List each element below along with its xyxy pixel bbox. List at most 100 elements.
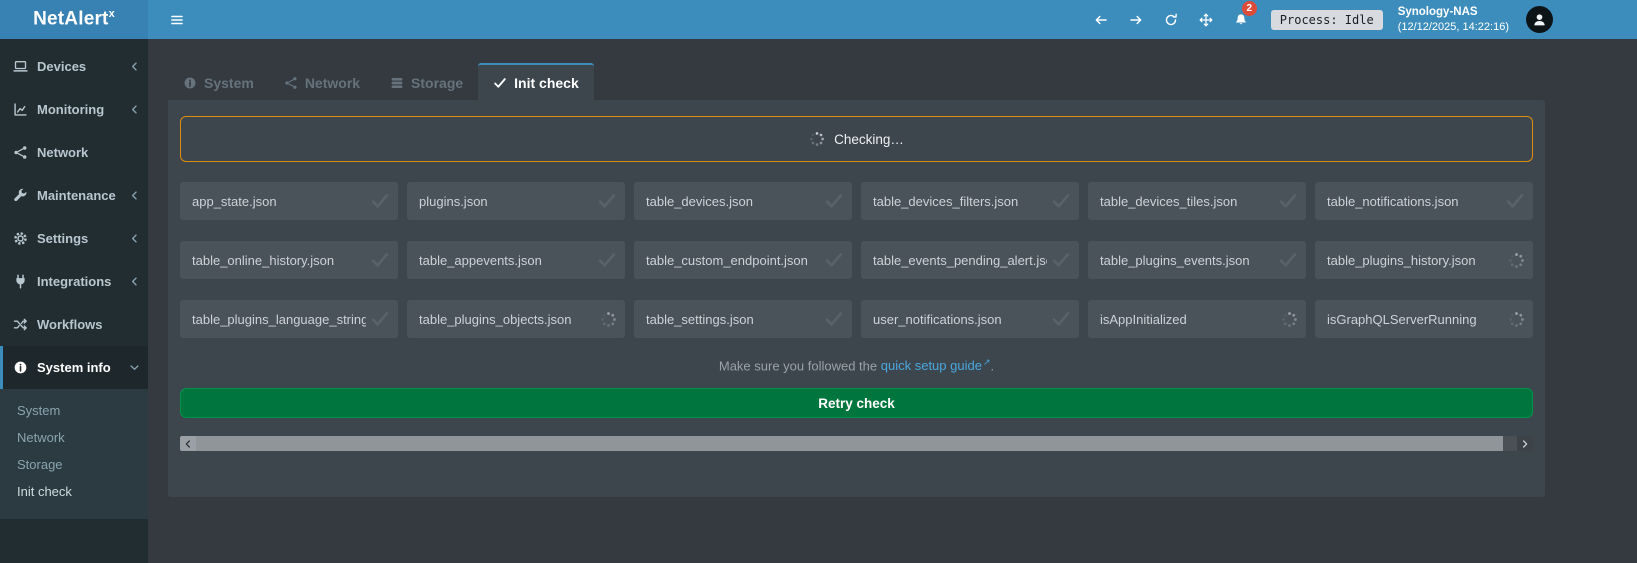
sidebar-item-maintenance[interactable]: Maintenance <box>0 174 148 217</box>
check-icon <box>597 250 617 270</box>
check-card-label: table_custom_endpoint.json <box>646 253 808 268</box>
horizontal-scrollbar[interactable] <box>180 436 1533 451</box>
check-card: table_notifications.json <box>1315 182 1533 220</box>
notifications-button[interactable]: 2 <box>1226 0 1256 39</box>
chevron-down-icon <box>129 362 140 373</box>
chevron-left-icon <box>129 104 140 115</box>
check-card: table_plugins_language_strings.json <box>180 300 398 338</box>
sidebar: DevicesMonitoringNetworkMaintenanceSetti… <box>0 39 148 563</box>
check-card-label: table_online_history.json <box>192 253 334 268</box>
chevron-left-icon <box>129 190 140 201</box>
check-card: user_notifications.json <box>861 300 1079 338</box>
tab-network[interactable]: Network <box>269 63 375 100</box>
scroll-left-button[interactable] <box>180 436 196 451</box>
sidebar-item-settings[interactable]: Settings <box>0 217 148 260</box>
tab-label: Storage <box>411 75 463 91</box>
sidebar-item-devices[interactable]: Devices <box>0 45 148 88</box>
chevron-left-icon <box>129 233 140 244</box>
check-card: isAppInitialized <box>1088 300 1306 338</box>
tab-system[interactable]: System <box>168 63 269 100</box>
app-logo[interactable]: NetAlertx <box>0 0 148 39</box>
sidebar-item-network[interactable]: Network <box>0 131 148 174</box>
notification-badge: 2 <box>1242 1 1257 16</box>
sidebar-item-label: Workflows <box>37 317 140 332</box>
navbar: 2 Process: Idle Synology-NAS (12/12/2025… <box>148 0 1637 39</box>
spinner-icon <box>1281 311 1298 328</box>
arrow-left-icon <box>1094 13 1108 27</box>
sidebar-subitem-storage[interactable]: Storage <box>0 451 148 478</box>
sidebar-subitem-init-check[interactable]: Init check <box>0 478 148 505</box>
check-card: table_online_history.json <box>180 241 398 279</box>
check-card: table_devices_tiles.json <box>1088 182 1306 220</box>
check-icon <box>1278 250 1298 270</box>
check-card: table_appevents.json <box>407 241 625 279</box>
check-card-label: plugins.json <box>419 194 488 209</box>
sidebar-submenu: SystemNetworkStorageInit check <box>0 389 148 519</box>
check-card-label: table_events_pending_alert.json <box>873 253 1047 268</box>
sidebar-subitem-system[interactable]: System <box>0 397 148 424</box>
check-card: table_plugins_history.json <box>1315 241 1533 279</box>
check-card: table_plugins_objects.json <box>407 300 625 338</box>
check-icon <box>1051 309 1071 329</box>
wrench-icon <box>13 188 28 203</box>
top-navbar: NetAlertx 2 Process: Idle Synology-NAS (… <box>0 0 1637 39</box>
tab-storage[interactable]: Storage <box>375 63 478 100</box>
setup-note-suffix: . <box>990 358 994 373</box>
sidebar-subitem-network[interactable]: Network <box>0 424 148 451</box>
tab-label: Network <box>305 75 360 91</box>
scrollbar-thumb[interactable] <box>196 436 1503 451</box>
user-avatar[interactable] <box>1526 6 1553 33</box>
chevron-left-icon <box>129 61 140 72</box>
setup-note: Make sure you followed the quick setup g… <box>180 357 1533 373</box>
info-circle-icon <box>13 360 28 375</box>
checking-status-box: Checking… <box>180 116 1533 162</box>
spinner-icon <box>1508 252 1525 269</box>
refresh-icon <box>1164 13 1178 27</box>
sidebar-item-monitoring[interactable]: Monitoring <box>0 88 148 131</box>
nav-forward-button[interactable] <box>1121 0 1151 39</box>
check-card: app_state.json <box>180 182 398 220</box>
check-card-label: table_notifications.json <box>1327 194 1459 209</box>
sidebar-item-system-info[interactable]: System info <box>0 346 148 389</box>
check-icon <box>1278 191 1298 211</box>
sidebar-item-label: Integrations <box>37 274 129 289</box>
refresh-button[interactable] <box>1156 0 1186 39</box>
chart-line-icon <box>13 102 28 117</box>
share-nodes-icon <box>284 76 298 90</box>
check-card-label: table_devices.json <box>646 194 753 209</box>
sidebar-item-label: Devices <box>37 59 129 74</box>
app-root: NetAlertx 2 Process: Idle Synology-NAS (… <box>0 0 1637 563</box>
init-check-pane: Checking… app_state.json plugins.json tabl… <box>168 100 1545 497</box>
arrows-move-icon <box>1199 13 1213 27</box>
host-timestamp: (12/12/2025, 14:22:16) <box>1398 20 1509 34</box>
content-area: System Network Storage Init check Checking…… <box>148 39 1637 563</box>
navbar-right: 2 Process: Idle Synology-NAS (12/12/2025… <box>1086 0 1623 39</box>
sidebar-toggle-button[interactable] <box>162 0 192 39</box>
check-card: table_devices.json <box>634 182 852 220</box>
tab-label: System <box>204 75 254 91</box>
plug-icon <box>13 274 28 289</box>
quick-setup-guide-link[interactable]: quick setup guide↗ <box>881 358 991 373</box>
scroll-right-button[interactable] <box>1517 436 1533 451</box>
info-circle-icon <box>183 76 197 90</box>
setup-note-prefix: Make sure you followed the <box>719 358 881 373</box>
check-card-label: table_plugins_language_strings.json <box>192 312 366 327</box>
sidebar-item-workflows[interactable]: Workflows <box>0 303 148 346</box>
check-icon <box>824 191 844 211</box>
tab-init-check[interactable]: Init check <box>478 63 594 100</box>
check-card-label: table_plugins_history.json <box>1327 253 1476 268</box>
fullscreen-button[interactable] <box>1191 0 1221 39</box>
check-icon <box>1505 191 1525 211</box>
check-icon <box>1051 250 1071 270</box>
check-card-label: table_plugins_objects.json <box>419 312 572 327</box>
brand-text: NetAlertx <box>33 8 115 30</box>
check-icon <box>493 76 507 90</box>
sidebar-item-label: Maintenance <box>37 188 129 203</box>
arrow-right-icon <box>1129 13 1143 27</box>
check-icon <box>824 309 844 329</box>
spinner-icon <box>809 131 825 147</box>
retry-check-button[interactable]: Retry check <box>180 388 1533 418</box>
nav-back-button[interactable] <box>1086 0 1116 39</box>
sidebar-item-integrations[interactable]: Integrations <box>0 260 148 303</box>
user-icon <box>1532 12 1547 27</box>
